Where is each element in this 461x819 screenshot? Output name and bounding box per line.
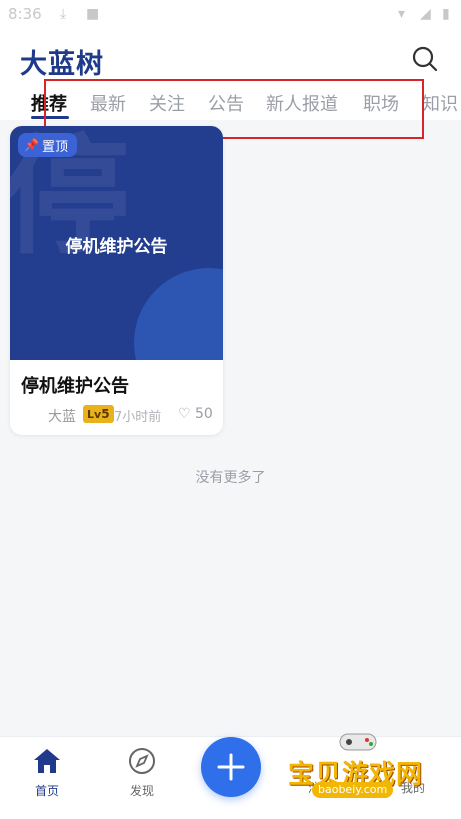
like-count: 50 (195, 406, 213, 422)
pinned-badge: 📌 置顶 (18, 133, 77, 157)
search-button[interactable] (410, 44, 440, 74)
post-time: 7小时前 (114, 410, 162, 425)
pin-icon: 📌 (24, 138, 39, 152)
post-meta: 大蓝 Lv5 7小时前 ♡ 50 (10, 405, 223, 425)
nav-discover[interactable]: 发现 (112, 747, 172, 799)
heart-icon: ♡ (178, 406, 191, 422)
battery-icon: ▮ (442, 6, 450, 22)
post-card[interactable]: 停 停机维护公告 📌 置顶 停机维护公告 大蓝 Lv5 7小时前 ♡ 50 (10, 126, 223, 435)
feed-end-text: 没有更多了 (195, 470, 266, 486)
post-title: 停机维护公告 (21, 376, 129, 397)
nav-home[interactable]: 首页 (17, 747, 77, 799)
create-post-button[interactable] (201, 737, 261, 797)
level-badge: Lv5 (83, 405, 114, 423)
status-bar: 8:36 ⤓ ■ ▾ ◢ ▮ (0, 0, 461, 32)
gamepad-icon (339, 733, 377, 751)
compass-icon (129, 748, 155, 774)
level-number: 5 (101, 407, 110, 421)
wifi-icon: ▾ (398, 6, 406, 22)
plus-icon (217, 753, 245, 781)
watermark-url: baobeiy.com (312, 782, 394, 798)
nav-discover-label: 发现 (129, 784, 154, 798)
home-icon (34, 749, 60, 773)
pinned-label: 置顶 (41, 139, 68, 155)
cover-title: 停机维护公告 (65, 237, 168, 257)
download-icon: ⤓ (60, 6, 67, 22)
nav-home-label: 首页 (34, 784, 59, 798)
notification-icon: ■ (86, 6, 100, 22)
tab-knowledge[interactable]: 知识 (422, 90, 458, 116)
search-icon (412, 46, 438, 72)
level-prefix: Lv (87, 408, 102, 421)
status-time: 8:36 (8, 5, 42, 23)
watermark: 宝贝游戏网 baobeiy.com (284, 728, 444, 800)
cover-decor-circle (134, 268, 223, 360)
app-title: 大蓝树 (20, 49, 104, 80)
like-button[interactable]: ♡ 50 (178, 406, 213, 422)
post-author[interactable]: 大蓝 (48, 406, 76, 426)
post-cover: 停 停机维护公告 📌 置顶 (10, 126, 223, 360)
signal-icon: ◢ (420, 6, 431, 22)
